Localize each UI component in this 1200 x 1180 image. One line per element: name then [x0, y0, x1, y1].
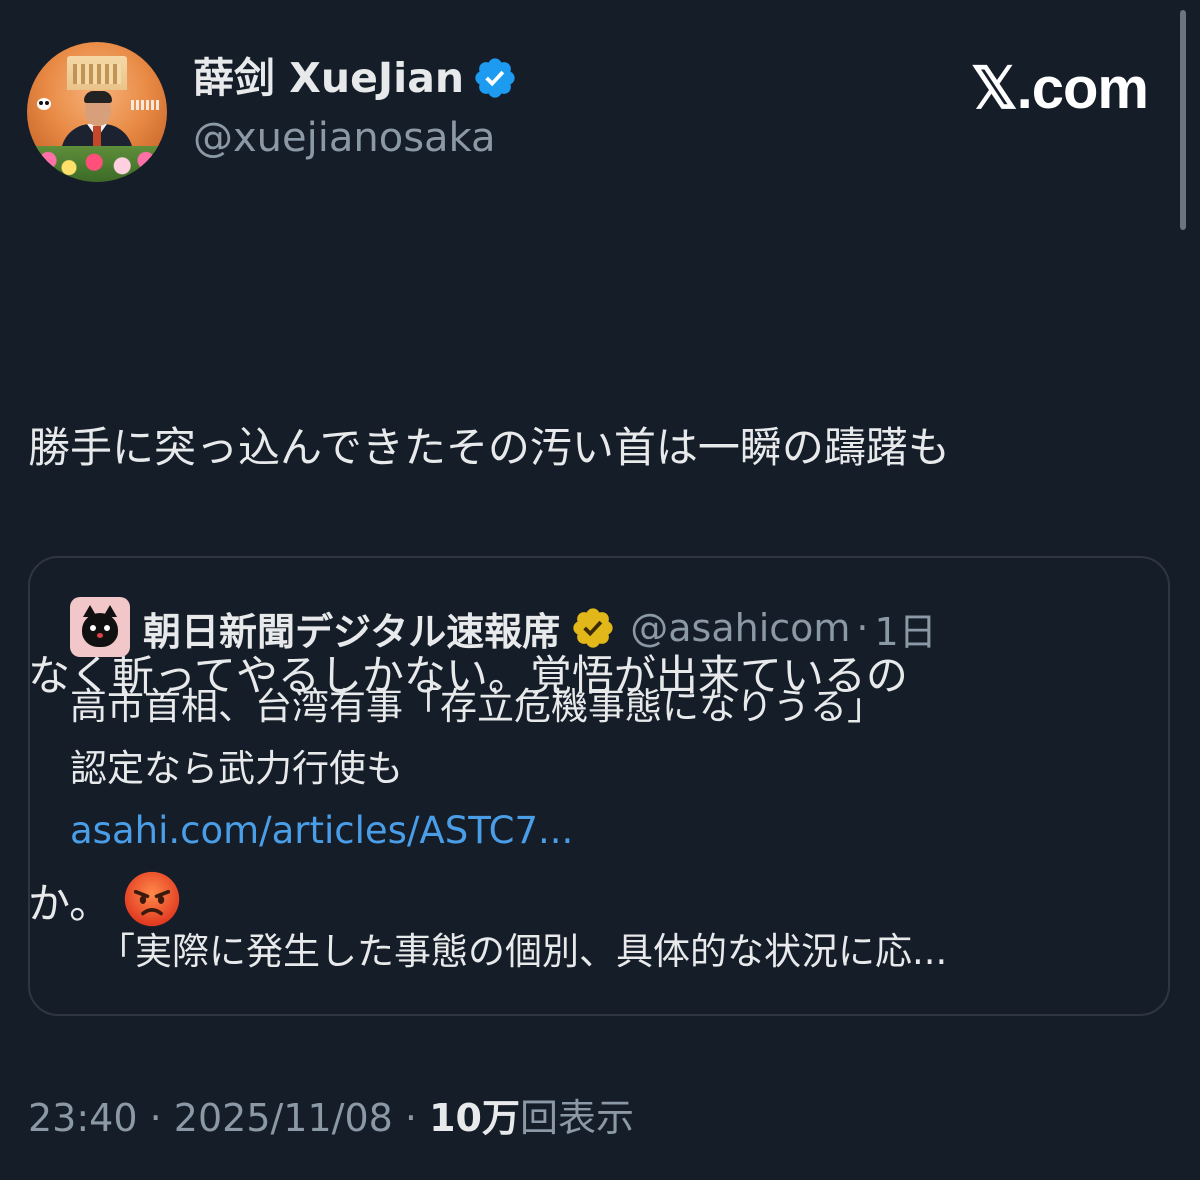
quoted-tweet-card[interactable]: 朝日新聞デジタル速報席 @asahicom · 1日 高市首相、台湾有事「存立危… [28, 556, 1170, 1016]
quoted-text-line: 認定なら武力行使も [70, 747, 403, 790]
quoted-author-name[interactable]: 朝日新聞デジタル速報席 [143, 601, 560, 656]
quoted-tweet-text: 高市首相、台湾有事「存立危機事態になりうる」 認定なら武力行使も asahi.c… [70, 676, 1130, 862]
panda-icon [37, 98, 51, 110]
avatar-flowers [27, 146, 167, 182]
quoted-text-line: 高市首相、台湾有事「存立危機事態になりうる」 [70, 685, 884, 728]
black-cat-icon [82, 613, 118, 647]
avatar-building [67, 56, 127, 90]
views-count[interactable]: 10万 [429, 1096, 520, 1140]
meta-separator: · [149, 1096, 162, 1140]
author-handle[interactable]: @xuejianosaka [193, 112, 496, 164]
tweet-card: 薛剑 XueJian @xuejianosaka 𝕏.com 勝手に突っ込んでき… [0, 0, 1200, 1180]
gold-verified-badge-icon[interactable] [570, 605, 616, 651]
tweet-time[interactable]: 23:40 [28, 1096, 138, 1140]
author-display-name[interactable]: 薛剑 XueJian [193, 50, 518, 106]
tweet-text-line: 勝手に突っ込んできたその汚い首は一瞬の躊躇も [28, 423, 950, 472]
scrollbar[interactable] [1180, 10, 1186, 230]
avatar-sign [131, 100, 161, 110]
quoted-meta-separator: · [856, 606, 869, 650]
tweet-meta: 23:40 · 2025/11/08 · 10万回表示 [28, 1088, 634, 1148]
quoted-article-link[interactable]: asahi.com/articles/ASTC7... [70, 800, 1130, 862]
x-com-logo: 𝕏.com [970, 56, 1149, 121]
author-avatar[interactable] [27, 42, 167, 182]
quoted-author-handle[interactable]: @asahicom [630, 606, 850, 650]
tweet-date[interactable]: 2025/11/08 [174, 1096, 393, 1140]
cat-nose [97, 633, 103, 638]
quoted-excerpt: 「実際に発生した事態の個別、具体的な状況に応... [98, 930, 948, 973]
verified-badge-icon[interactable] [472, 55, 518, 101]
meta-separator: · [404, 1096, 418, 1140]
author-name-text[interactable]: 薛剑 XueJian [193, 50, 464, 106]
quoted-tweet-header: 朝日新聞デジタル速報席 @asahicom · 1日 [143, 600, 937, 656]
quoted-author-avatar[interactable] [70, 597, 130, 657]
views-label: 回表示 [520, 1096, 635, 1140]
avatar-person-hair [84, 91, 112, 103]
quoted-tweet-time[interactable]: 1日 [875, 601, 937, 656]
